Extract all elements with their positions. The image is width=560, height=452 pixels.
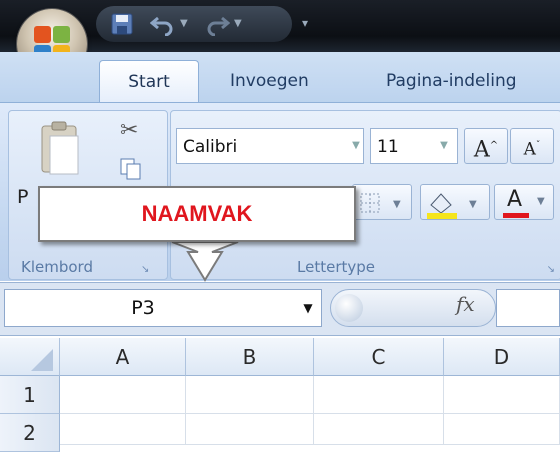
undo-dropdown-icon[interactable]: ▼ xyxy=(180,18,188,29)
name-box[interactable]: P3 xyxy=(4,289,322,327)
font-color-button[interactable]: A ▼ xyxy=(494,184,554,220)
borders-button[interactable]: ▼ xyxy=(352,184,412,220)
redo-dropdown-icon[interactable]: ▼ xyxy=(234,18,242,29)
font-size-dropdown-icon[interactable]: ▼ xyxy=(434,128,454,164)
customize-icon[interactable]: ▾ xyxy=(302,16,308,30)
shrink-font-label: A xyxy=(523,139,536,160)
row-header-2[interactable]: 2 xyxy=(0,414,60,452)
name-box-dropdown-icon[interactable]: ▼ xyxy=(296,289,320,327)
font-color-label: A xyxy=(507,187,523,212)
grow-font-label: A xyxy=(473,137,490,163)
cell-a2[interactable] xyxy=(60,414,186,445)
tab-pagina-indeling[interactable]: Pagina-indeling xyxy=(386,60,517,102)
save-icon[interactable] xyxy=(110,12,134,36)
borders-icon: ▼ xyxy=(360,193,401,213)
fill-color-button[interactable]: ▼ xyxy=(420,184,490,220)
font-name-dropdown-icon[interactable]: ▼ xyxy=(346,128,366,164)
cut-icon[interactable]: ✂ xyxy=(120,118,138,143)
cell-d2[interactable] xyxy=(444,414,560,445)
cell-a1[interactable] xyxy=(60,376,186,414)
grow-font-button[interactable]: A^ xyxy=(464,128,508,164)
font-color-dropdown-icon[interactable]: ▼ xyxy=(537,185,545,219)
font-name-combo[interactable]: Calibri xyxy=(176,128,364,164)
shrink-font-button[interactable]: Aˇ xyxy=(510,128,554,164)
column-header-b[interactable]: B xyxy=(186,338,314,376)
callout-arrow xyxy=(171,241,239,282)
paste-icon[interactable] xyxy=(40,120,82,180)
column-header-d[interactable]: D xyxy=(444,338,560,376)
select-all-corner[interactable] xyxy=(0,338,60,376)
column-header-c[interactable]: C xyxy=(314,338,444,376)
cell-c1[interactable] xyxy=(314,376,444,414)
copy-icon[interactable] xyxy=(120,158,142,180)
redo-icon[interactable] xyxy=(204,12,230,36)
cell-b1[interactable] xyxy=(186,376,314,414)
font-dialog-launcher-icon[interactable]: ↘ xyxy=(547,264,555,275)
svg-text:▼: ▼ xyxy=(469,199,477,210)
tab-invoegen[interactable]: Invoegen xyxy=(230,60,309,102)
cell-c2[interactable] xyxy=(314,414,444,445)
cell-b2[interactable] xyxy=(186,414,314,445)
tab-start[interactable]: Start xyxy=(99,60,199,103)
row-header-1[interactable]: 1 xyxy=(0,376,60,414)
formula-input[interactable] xyxy=(496,289,560,327)
paste-button-label[interactable]: P xyxy=(17,186,28,208)
formula-bar-splitter-icon[interactable] xyxy=(335,294,363,322)
font-color-swatch xyxy=(503,213,529,218)
font-group-label: Lettertype xyxy=(297,258,375,276)
column-header-a[interactable]: A xyxy=(60,338,186,376)
cell-d1[interactable] xyxy=(444,376,560,414)
svg-text:▼: ▼ xyxy=(393,199,401,210)
insert-function-button[interactable]: fx xyxy=(456,292,475,316)
clipboard-dialog-launcher-icon[interactable]: ↘ xyxy=(141,264,149,275)
quick-access-toolbar: ▼ ▼ ▾ xyxy=(96,6,308,42)
fill-color-icon: ▼ xyxy=(427,193,477,219)
undo-icon[interactable] xyxy=(150,12,176,36)
naamvak-callout: NAAMVAK xyxy=(38,186,356,242)
